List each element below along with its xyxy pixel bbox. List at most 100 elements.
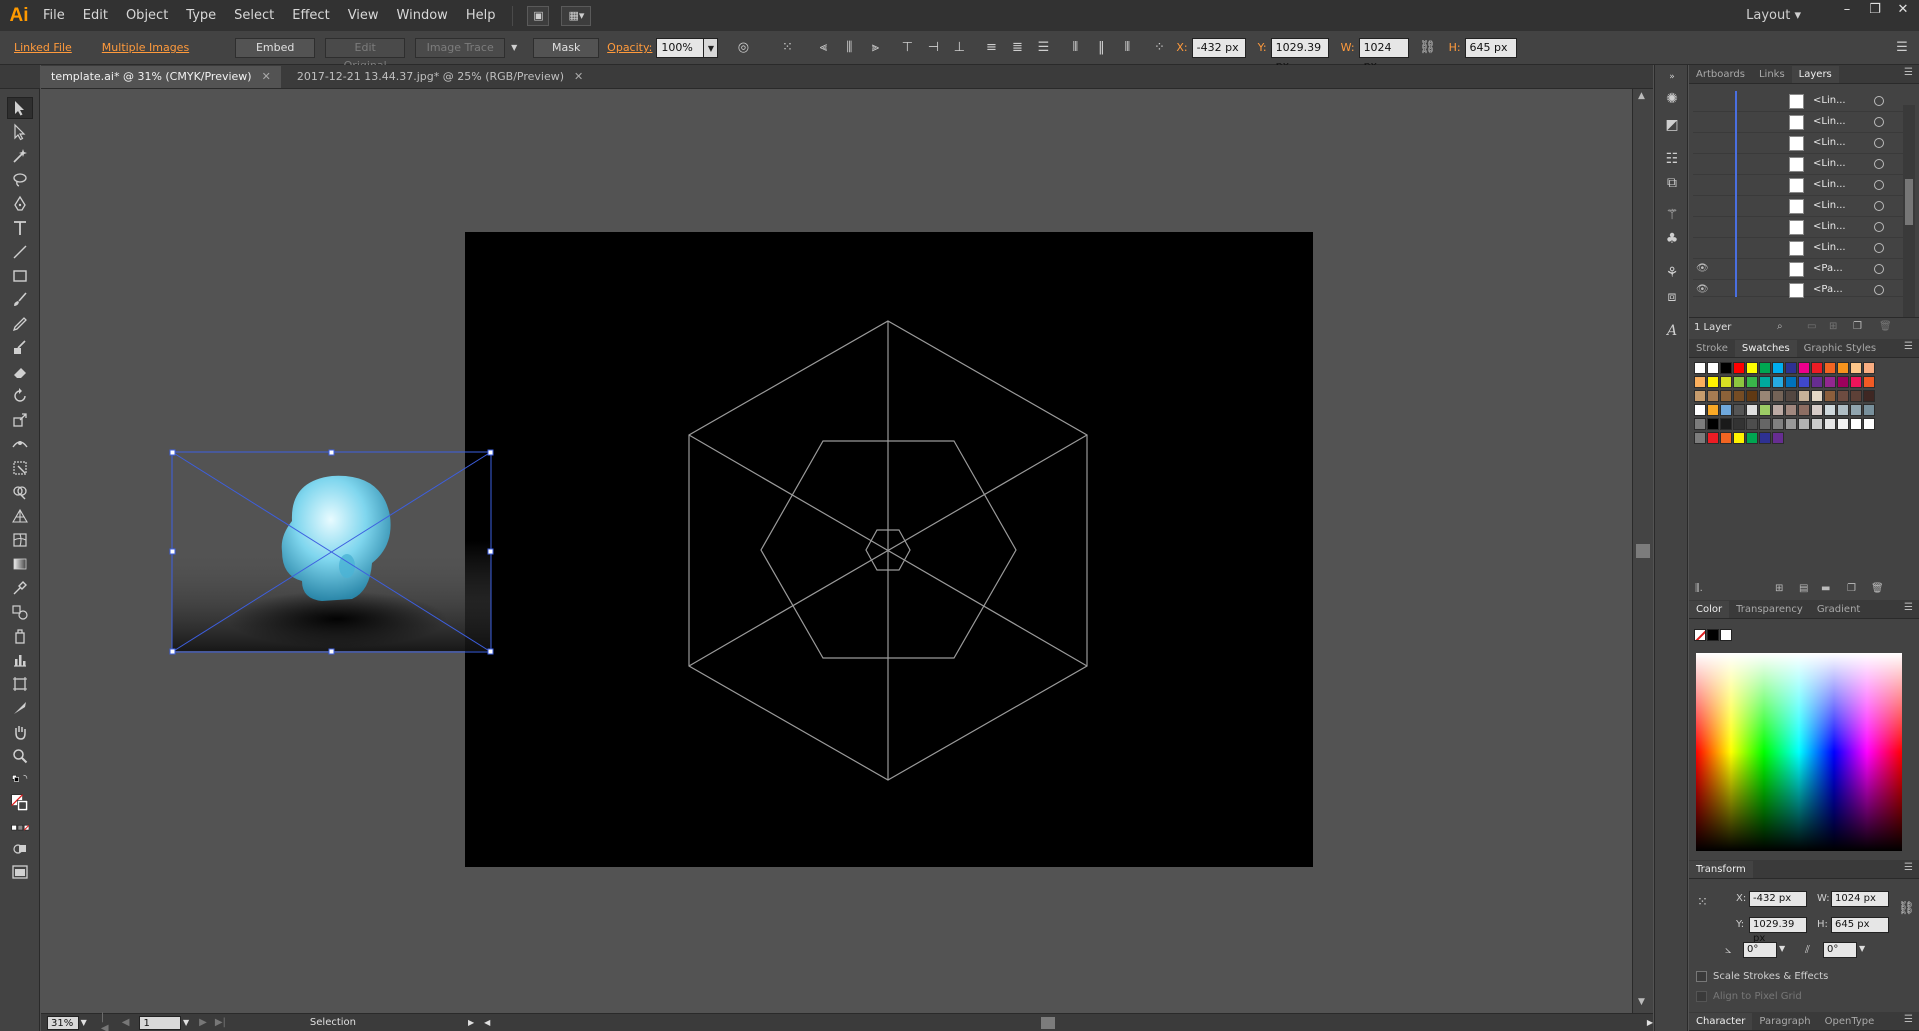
paintbrush-tool-icon[interactable]: [7, 289, 33, 311]
layer-name[interactable]: <Lin...: [1813, 221, 1846, 232]
close-tab-icon[interactable]: ✕: [574, 66, 583, 88]
lasso-tool-icon[interactable]: [7, 169, 33, 191]
vertical-scrollbar[interactable]: ▲ ▼: [1632, 89, 1653, 1013]
graphic-styles-icon[interactable]: ⧈: [1662, 287, 1682, 307]
shape-builder-tool-icon[interactable]: [7, 481, 33, 503]
color-swatch[interactable]: [1707, 390, 1719, 402]
fill-stroke-icon[interactable]: [7, 789, 33, 817]
distribute-left-icon[interactable]: ⦀: [1066, 39, 1084, 57]
horizontal-scrollbar[interactable]: [496, 1016, 1641, 1029]
close-tab-icon[interactable]: ✕: [262, 66, 271, 88]
direct-selection-tool-icon[interactable]: [7, 121, 33, 143]
gradient-panel-icon[interactable]: ◩: [1662, 115, 1682, 135]
color-swatch[interactable]: [1720, 404, 1732, 416]
color-swatch[interactable]: [1811, 376, 1823, 388]
color-swatch[interactable]: [1850, 418, 1862, 430]
target-icon[interactable]: [1874, 180, 1884, 190]
rotate-input[interactable]: 0°: [1743, 942, 1777, 958]
transform-w-input[interactable]: 1024 px: [1831, 891, 1889, 907]
swatch-kind-icon[interactable]: ⊞: [1775, 583, 1783, 594]
color-swatch[interactable]: [1837, 376, 1849, 388]
layer-name[interactable]: <Lin...: [1813, 179, 1846, 190]
color-swatch[interactable]: [1746, 404, 1758, 416]
color-swatch[interactable]: [1811, 418, 1823, 430]
pen-tool-icon[interactable]: [7, 193, 33, 215]
perspective-grid-tool-icon[interactable]: [7, 505, 33, 527]
menu-edit[interactable]: Edit: [74, 0, 117, 31]
image-trace-dropdown-icon[interactable]: ▼: [505, 39, 523, 57]
default-colors-icon[interactable]: [7, 771, 33, 785]
color-swatch[interactable]: [1707, 418, 1719, 430]
color-swatch[interactable]: [1772, 404, 1784, 416]
mask-button[interactable]: Mask: [533, 37, 600, 58]
delete-layer-icon[interactable]: 🗑: [1879, 321, 1892, 332]
target-icon[interactable]: [1874, 222, 1884, 232]
color-swatch[interactable]: [1863, 362, 1875, 374]
align-right-icon[interactable]: ⫸: [866, 39, 884, 57]
distribute-middle-icon[interactable]: ≣: [1008, 39, 1026, 57]
panel-menu-icon[interactable]: ☰: [1904, 341, 1913, 352]
color-swatch[interactable]: [1785, 376, 1797, 388]
menu-window[interactable]: Window: [388, 0, 457, 31]
y-input[interactable]: 1029.39 px: [1270, 37, 1329, 72]
scroll-down-icon[interactable]: ▼: [1638, 997, 1645, 1007]
color-swatch[interactable]: [1759, 376, 1771, 388]
color-swatch[interactable]: [1850, 390, 1862, 402]
hand-tool-icon[interactable]: [7, 721, 33, 743]
color-swatch[interactable]: [1746, 390, 1758, 402]
menu-effect[interactable]: Effect: [283, 0, 338, 31]
layer-row[interactable]: <Lin...: [1693, 91, 1905, 112]
color-swatch[interactable]: [1694, 390, 1706, 402]
color-swatch[interactable]: [1850, 376, 1862, 388]
color-swatch[interactable]: [1759, 418, 1771, 430]
locate-object-icon[interactable]: ⌕: [1777, 321, 1783, 332]
scrollbar-thumb[interactable]: [1041, 1016, 1056, 1029]
opacity-label[interactable]: Opacity:: [607, 41, 652, 54]
layer-row[interactable]: <Lin...: [1693, 154, 1905, 175]
color-swatch[interactable]: [1707, 432, 1719, 444]
color-guide-icon[interactable]: ✺: [1662, 89, 1682, 109]
color-swatch[interactable]: [1811, 390, 1823, 402]
color-none-gradient-icon[interactable]: [7, 821, 33, 835]
color-swatch[interactable]: [1785, 390, 1797, 402]
symbols-icon[interactable]: ♣: [1662, 229, 1682, 249]
color-swatch[interactable]: [1863, 376, 1875, 388]
color-swatch[interactable]: [1863, 390, 1875, 402]
layer-name[interactable]: <Pa...: [1813, 284, 1843, 295]
multiple-images-link[interactable]: Multiple Images: [102, 41, 189, 54]
layer-name[interactable]: <Lin...: [1813, 200, 1846, 211]
artboard-number-input[interactable]: 1: [139, 1015, 181, 1030]
color-swatch[interactable]: [1824, 390, 1836, 402]
constrain-proportions-icon[interactable]: ⛓: [1419, 39, 1437, 57]
align-left-icon[interactable]: ⫷: [814, 39, 832, 57]
tab-gradient[interactable]: Gradient: [1810, 601, 1868, 618]
menu-help[interactable]: Help: [457, 0, 505, 31]
target-icon[interactable]: [1874, 243, 1884, 253]
first-artboard-icon[interactable]: |◀: [101, 1012, 112, 1031]
color-swatch[interactable]: [1785, 362, 1797, 374]
selection-tool-icon[interactable]: [7, 97, 33, 119]
transform-x-input[interactable]: -432 px: [1749, 891, 1807, 907]
new-swatch-icon[interactable]: ❐: [1847, 583, 1856, 594]
scrollbar-thumb[interactable]: [1636, 544, 1650, 558]
visibility-eye-icon[interactable]: 👁: [1696, 284, 1710, 295]
make-clipping-mask-icon[interactable]: ▭: [1807, 321, 1816, 332]
pathfinder-icon[interactable]: ⧉: [1662, 173, 1682, 193]
white-color-swatch[interactable]: [1720, 629, 1732, 641]
panel-menu-icon[interactable]: ☰: [1904, 602, 1913, 613]
color-swatch[interactable]: [1733, 404, 1745, 416]
color-swatch[interactable]: [1746, 432, 1758, 444]
black-color-swatch[interactable]: [1707, 629, 1719, 641]
color-swatch[interactable]: [1759, 362, 1771, 374]
reference-point-icon[interactable]: ⁙: [778, 39, 796, 57]
color-swatch[interactable]: [1850, 404, 1862, 416]
embed-button[interactable]: Embed: [235, 37, 316, 58]
artboard-dropdown-icon[interactable]: ▼: [183, 1018, 189, 1027]
color-swatch[interactable]: [1707, 362, 1719, 374]
color-swatch[interactable]: [1746, 376, 1758, 388]
placed-image[interactable]: [172, 451, 491, 651]
color-swatch[interactable]: [1720, 390, 1732, 402]
brushes-icon[interactable]: ⚚: [1662, 205, 1682, 225]
new-color-group-icon[interactable]: ▬: [1821, 583, 1830, 594]
character-styles-icon[interactable]: A: [1662, 321, 1682, 341]
